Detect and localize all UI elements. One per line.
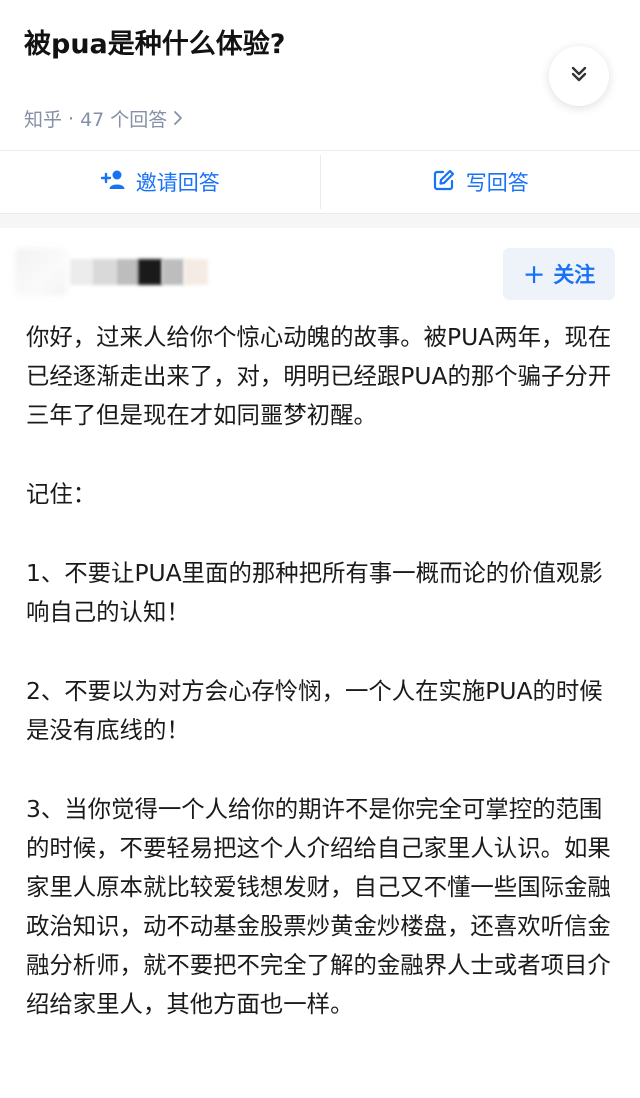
question-meta[interactable]: 知乎 · 47 个回答 [24, 105, 183, 132]
write-answer-button[interactable]: 写回答 [321, 151, 640, 213]
edit-icon [432, 168, 466, 197]
answer-paragraph: 3、当你觉得一个人给你的期许不是你完全可掌控的范围的时候，不要轻易把这个人介绍给… [26, 795, 611, 1018]
chevron-double-down-icon [569, 64, 589, 88]
chevron-right-icon [173, 107, 183, 131]
follow-label: 关注 [553, 263, 596, 287]
invite-answer-label: 邀请回答 [135, 171, 220, 195]
add-user-icon [100, 169, 136, 196]
write-answer-label: 写回答 [465, 171, 529, 195]
answer-content: 你好，过来人给你个惊心动魄的故事。被PUA两年，现在已经逐渐走出来了，对，明明已… [0, 318, 640, 1024]
author-row: + 关注 [0, 228, 640, 318]
avatar[interactable] [15, 248, 67, 296]
answer-paragraph: 2、不要以为对方会心存怜悯，一个人在实施PUA的时候是没有底线的！ [26, 677, 603, 744]
answer-paragraph: 记住： [26, 480, 97, 508]
expand-button[interactable] [549, 46, 609, 106]
answer-count: 47 个回答 [80, 109, 168, 131]
follow-button[interactable]: + 关注 [503, 248, 615, 300]
source-label: 知乎 [24, 109, 63, 131]
answer-paragraph: 你好，过来人给你个惊心动魄的故事。被PUA两年，现在已经逐渐走出来了，对，明明已… [26, 323, 612, 429]
action-bar: 邀请回答 写回答 [0, 150, 640, 214]
question-header: 被pua是种什么体验? 知乎 · 47 个回答 [0, 0, 640, 150]
plus-icon: + [522, 258, 546, 290]
meta-separator: · [68, 107, 75, 130]
author-name-redacted[interactable] [70, 256, 208, 288]
question-title: 被pua是种什么体验? [24, 29, 286, 60]
invite-answer-button[interactable]: 邀请回答 [0, 151, 320, 213]
answer-paragraph: 1、不要让PUA里面的那种把所有事一概而论的价值观影响自己的认知！ [26, 559, 603, 626]
section-gap [0, 214, 640, 228]
